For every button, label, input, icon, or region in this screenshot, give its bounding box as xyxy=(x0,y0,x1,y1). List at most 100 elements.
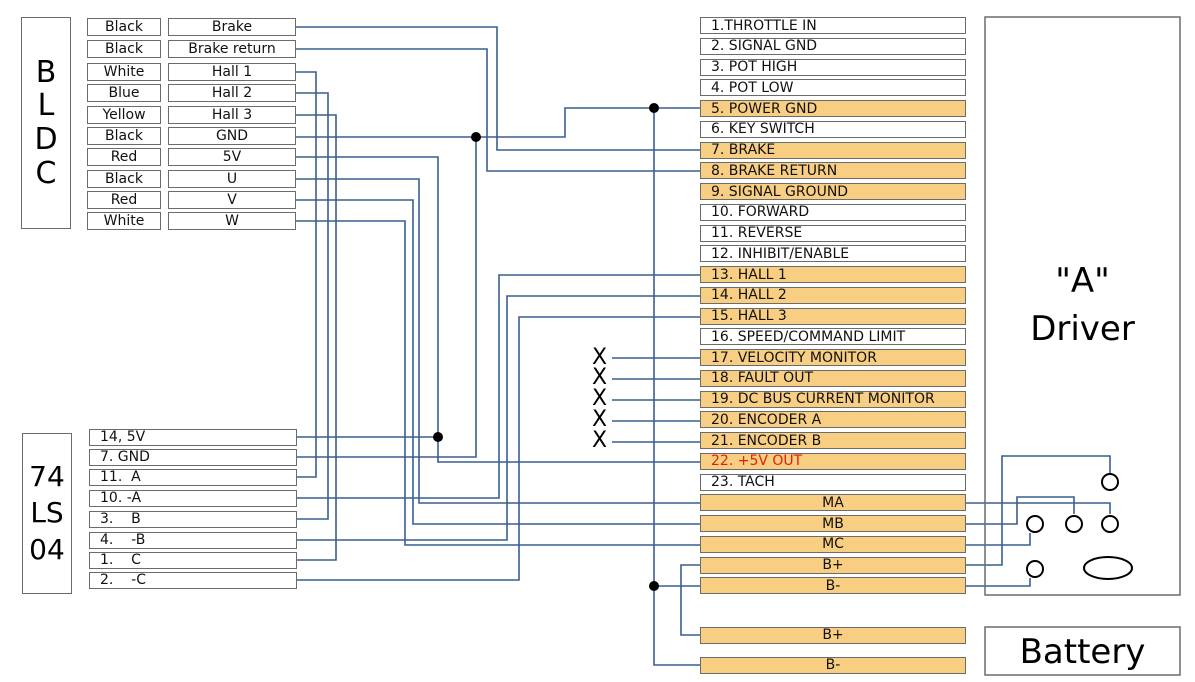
wire-color-label: Black xyxy=(87,170,161,188)
wire-color-label: Black xyxy=(87,40,161,58)
driver-pin-20: 20. ENCODER A xyxy=(700,411,966,429)
ic-title-line: LS xyxy=(30,496,64,530)
driver-pin-10: 10. FORWARD xyxy=(700,203,966,221)
ic-74ls04-block: 74 LS 04 xyxy=(22,433,72,594)
driver-pin-8: 8. BRAKE RETURN xyxy=(700,162,966,180)
battery-terminal: B+ xyxy=(700,626,966,644)
ic-pin-label: 1. C xyxy=(89,551,297,569)
motor-signal-label: GND xyxy=(168,127,296,145)
bldc-title-letter: C xyxy=(35,155,57,191)
driver-power-terminal: B- xyxy=(700,577,966,595)
motor-signal-label: Brake xyxy=(168,18,296,36)
driver-pin-19: 19. DC BUS CURRENT MONITOR xyxy=(700,390,966,408)
motor-signal-label: W xyxy=(168,212,296,230)
driver-pin-2: 2. SIGNAL GND xyxy=(700,37,966,55)
ic-pin-label: 14, 5V xyxy=(89,428,297,446)
driver-pin-13: 13. HALL 1 xyxy=(700,266,966,283)
terminal-bplus-circle xyxy=(1101,473,1119,491)
junction-dot xyxy=(649,103,659,113)
terminal-oval xyxy=(1083,556,1133,580)
driver-pin-5: 5. POWER GND xyxy=(700,100,966,117)
junction-dot xyxy=(433,432,443,442)
driver-pin-12: 12. INHIBIT/ENABLE xyxy=(700,245,966,263)
driver-pin-18: 18. FAULT OUT xyxy=(700,369,966,387)
driver-pin-14: 14. HALL 2 xyxy=(700,286,966,304)
ic-pin-label: 10. -A xyxy=(89,489,297,507)
driver-pin-21: 21. ENCODER B xyxy=(700,432,966,449)
driver-power-terminal: B+ xyxy=(700,556,966,574)
ic-pin-label: 2. -C xyxy=(89,571,297,589)
wire-color-label: Red xyxy=(87,148,161,166)
ic-pin-label: 3. B xyxy=(89,510,297,528)
driver-pin-3: 3. POT HIGH xyxy=(700,58,966,76)
driver-pin-15: 15. HALL 3 xyxy=(700,307,966,325)
wire-color-label: Yellow xyxy=(87,106,161,124)
wire-mc-terminal xyxy=(966,533,1031,546)
wire-bplus-terminal xyxy=(966,455,1111,566)
driver-pin-7: 7. BRAKE xyxy=(700,141,966,159)
motor-signal-label: Hall 1 xyxy=(168,63,296,81)
motor-signal-label: Hall 2 xyxy=(168,84,296,102)
driver-power-terminal: MC xyxy=(700,535,966,553)
wire-color-label: White xyxy=(87,212,161,230)
wire-brake-return xyxy=(296,48,700,172)
terminal-mb-circle xyxy=(1065,515,1083,533)
wire-gnd-to-ic-gnd xyxy=(297,137,477,458)
wire-hall1-to-ic-a xyxy=(296,71,317,478)
driver-power-terminal: MB xyxy=(700,515,966,532)
driver-pin-9: 9. SIGNAL GROUND xyxy=(700,183,966,200)
terminal-mc-circle xyxy=(1026,515,1044,533)
driver-pin-17: 17. VELOCITY MONITOR xyxy=(700,349,966,366)
wire-color-label: White xyxy=(87,63,161,81)
battery-terminal: B- xyxy=(700,656,966,674)
junction-dot xyxy=(471,132,481,142)
wire-bminus-terminal xyxy=(966,578,1031,587)
unconnected-x-icon: X xyxy=(592,427,608,453)
motor-signal-label: Hall 3 xyxy=(168,106,296,124)
driver-title-line2: Driver xyxy=(1030,308,1135,349)
wire-v-to-mb xyxy=(296,199,700,525)
ic-pin-label: 11. A xyxy=(89,468,297,486)
wire-color-label: Black xyxy=(87,18,161,36)
bldc-motor-block: BLDC xyxy=(21,17,71,229)
driver-pin-22: 22. +5V OUT xyxy=(700,452,966,470)
driver-pin-23: 23. TACH xyxy=(700,473,966,491)
wire-w-to-mc xyxy=(296,220,700,546)
wire-5v-out xyxy=(437,437,700,463)
driver-pin-4: 4. POT LOW xyxy=(700,79,966,97)
wire-brake xyxy=(296,26,700,151)
motor-signal-label: Brake return xyxy=(168,40,296,58)
driver-power-terminal: MA xyxy=(700,494,966,512)
bldc-title-letter: B xyxy=(35,54,57,90)
motor-signal-label: 5V xyxy=(168,148,296,166)
driver-pin-11: 11. REVERSE xyxy=(700,224,966,242)
ic-pin-label: 4. -B xyxy=(89,531,297,549)
driver-title-line1: "A" xyxy=(1055,261,1110,301)
terminal-ma-circle xyxy=(1101,515,1119,533)
wire-u-to-ma xyxy=(296,178,700,504)
terminal-bminus-circle xyxy=(1026,560,1044,578)
wire-color-label: Red xyxy=(87,191,161,209)
wire-color-label: Blue xyxy=(87,84,161,102)
wire-bplus-bus xyxy=(680,564,700,636)
wire-color-label: Black xyxy=(87,127,161,145)
ic-title-line: 04 xyxy=(29,532,65,566)
ic-title-line: 74 xyxy=(29,459,65,493)
wire-hall1-driver xyxy=(297,274,700,499)
ic-pin-label: 7. GND xyxy=(89,448,297,466)
bldc-title-letter: L xyxy=(37,88,55,124)
wire-5v xyxy=(296,156,439,438)
motor-signal-label: U xyxy=(168,170,296,188)
battery-title: Battery xyxy=(1019,632,1146,672)
driver-pin-16: 16. SPEED/COMMAND LIMIT xyxy=(700,328,966,346)
driver-pin-6: 6. KEY SWITCH xyxy=(700,120,966,138)
wire-ground-bus xyxy=(653,108,700,666)
driver-title: "A" Driver xyxy=(985,258,1180,353)
junction-dot xyxy=(649,581,659,591)
wire-gnd-to-power-gnd xyxy=(296,107,700,138)
driver-pin-1: 1.THROTTLE IN xyxy=(700,17,966,34)
bldc-title-letter: D xyxy=(34,122,58,157)
motor-signal-label: V xyxy=(168,191,296,209)
wire-ma-terminal xyxy=(966,502,1111,514)
wire-mb-terminal xyxy=(966,496,1075,525)
